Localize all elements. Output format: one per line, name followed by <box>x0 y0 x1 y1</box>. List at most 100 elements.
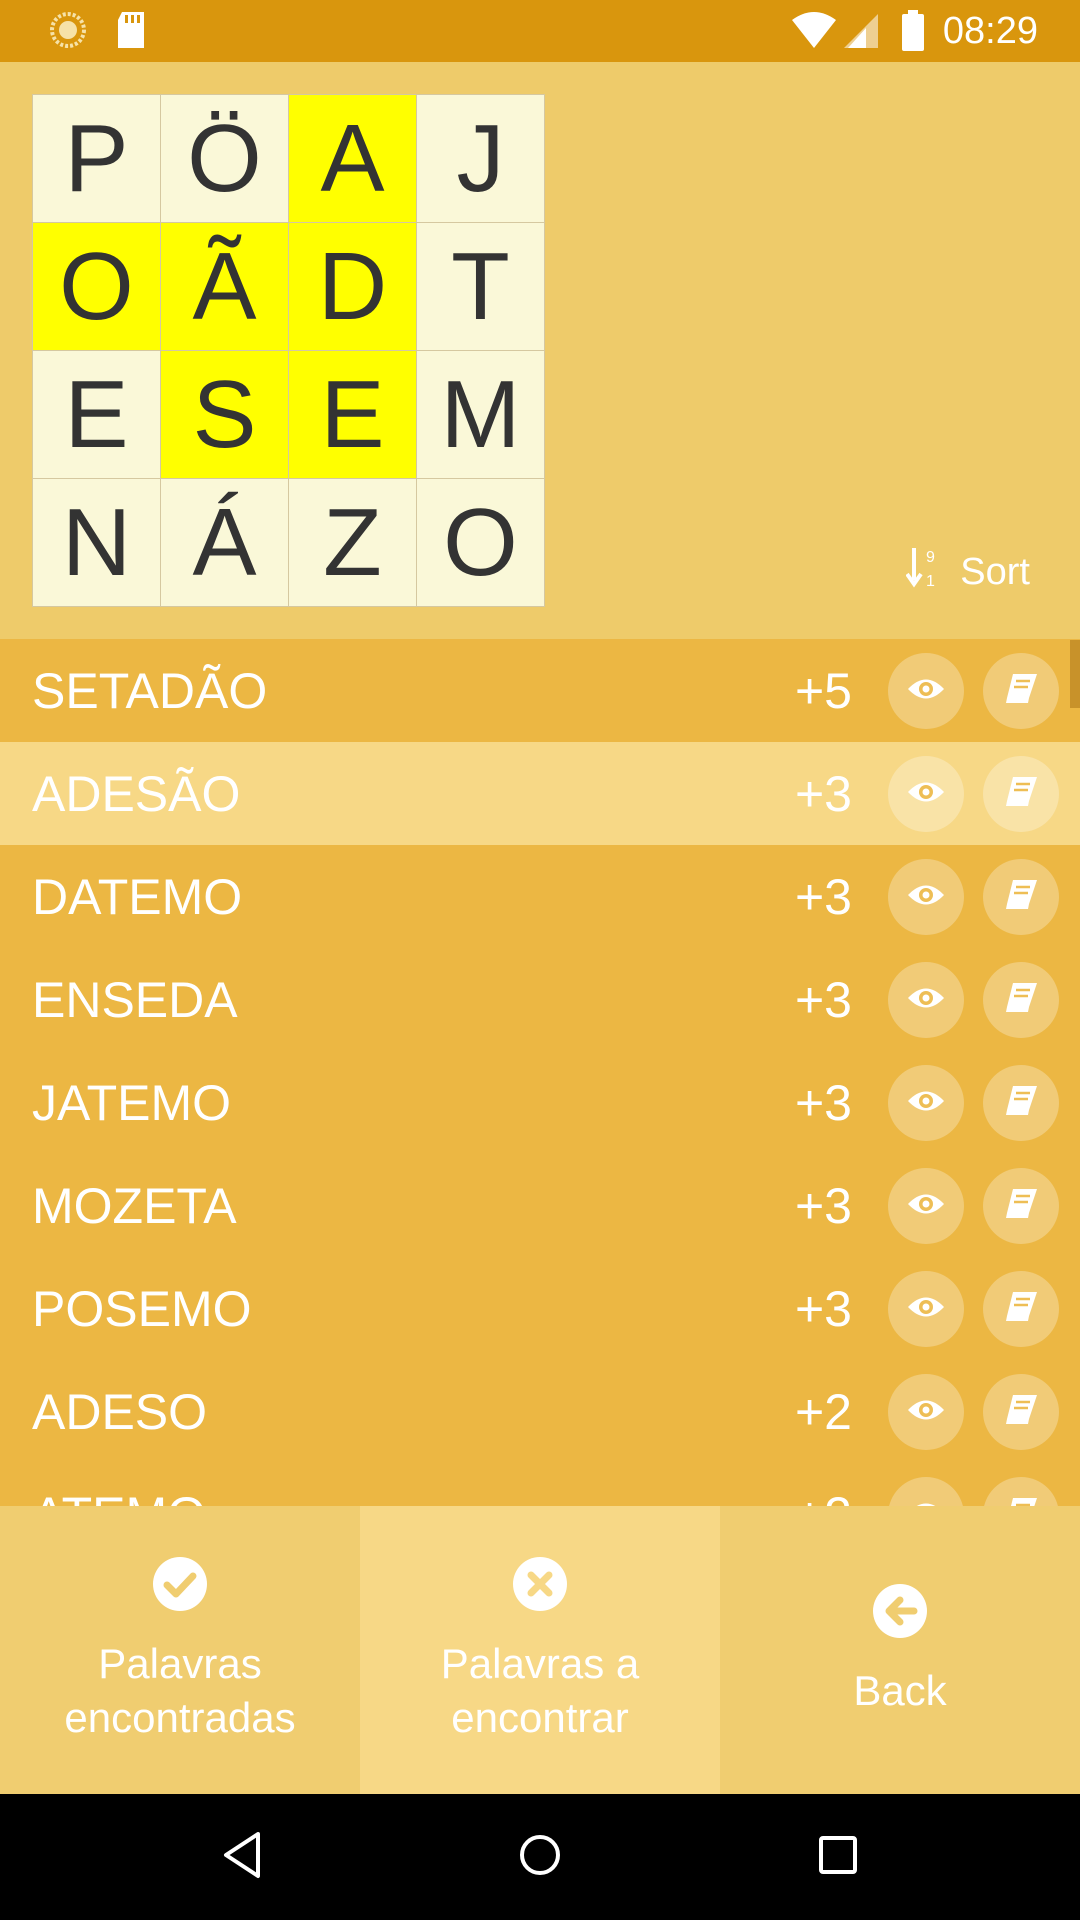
tab-found-words[interactable]: Palavras encontradas <box>0 1506 360 1794</box>
eye-icon <box>906 1294 946 1325</box>
word-label: SETADÃO <box>32 663 268 719</box>
eye-icon <box>906 985 946 1016</box>
grid-cell[interactable]: P <box>33 95 161 223</box>
nav-home-icon[interactable] <box>518 1830 562 1885</box>
tab-found-label: Palavras encontradas <box>64 1639 296 1741</box>
nav-back-icon[interactable] <box>220 1830 264 1885</box>
definition-button[interactable] <box>983 1168 1059 1244</box>
wifi-icon <box>790 10 838 55</box>
grid-cell[interactable]: T <box>417 223 545 351</box>
grid-cell[interactable]: Z <box>289 479 417 607</box>
reveal-button[interactable] <box>888 962 964 1038</box>
arrow-left-circle-icon <box>872 1583 928 1652</box>
list-item[interactable]: POSEMO +3 <box>0 1257 1080 1360</box>
reveal-button[interactable] <box>888 756 964 832</box>
list-item[interactable]: DATEMO +3 <box>0 845 1080 948</box>
grid-cell[interactable]: E <box>289 351 417 479</box>
tab-words-to-find[interactable]: Palavras a encontrar <box>360 1506 720 1794</box>
letter-grid[interactable]: PÖAJOÃDTESEMNÁZO <box>32 94 545 607</box>
word-label: MOZETA <box>32 1178 237 1234</box>
grid-cell[interactable]: M <box>417 351 545 479</box>
word-label: ENSEDA <box>32 972 238 1028</box>
x-circle-icon <box>512 1556 568 1625</box>
back-label: Back <box>853 1666 947 1714</box>
points-label: +3 <box>794 1075 852 1131</box>
word-label: POSEMO <box>32 1281 252 1337</box>
book-icon <box>1003 1187 1039 1226</box>
definition-button[interactable] <box>983 1477 1059 1506</box>
reveal-button[interactable] <box>888 1477 964 1506</box>
nav-recents-icon[interactable] <box>816 1830 860 1885</box>
sort-button[interactable]: 9 1 Sort <box>905 542 1030 602</box>
definition-button[interactable] <box>983 962 1059 1038</box>
grid-cell[interactable]: E <box>33 351 161 479</box>
word-label: ADESO <box>32 1384 208 1440</box>
grid-cell[interactable]: O <box>417 479 545 607</box>
word-label: DATEMO <box>32 869 243 925</box>
eye-icon <box>906 779 946 810</box>
list-item[interactable]: ENSEDA +3 <box>0 948 1080 1051</box>
book-icon <box>1003 672 1039 711</box>
svg-text:1: 1 <box>926 573 935 588</box>
book-icon <box>1003 1084 1039 1123</box>
sd-card-icon <box>114 10 148 55</box>
book-icon <box>1003 1290 1039 1329</box>
book-icon <box>1003 878 1039 917</box>
book-icon <box>1003 1496 1039 1506</box>
grid-cell[interactable]: J <box>417 95 545 223</box>
eye-icon <box>906 882 946 913</box>
list-item[interactable]: ADESÃO +3 <box>0 742 1080 845</box>
points-label: +3 <box>794 766 852 822</box>
book-icon <box>1003 775 1039 814</box>
grid-cell[interactable]: N <box>33 479 161 607</box>
eye-icon <box>906 1191 946 1222</box>
book-icon <box>1003 981 1039 1020</box>
svg-text:9: 9 <box>926 549 935 566</box>
definition-button[interactable] <box>983 859 1059 935</box>
definition-button[interactable] <box>983 653 1059 729</box>
reveal-button[interactable] <box>888 1065 964 1141</box>
list-item[interactable]: SETADÃO +5 <box>0 639 1080 742</box>
grid-cell[interactable]: S <box>161 351 289 479</box>
scrollbar[interactable] <box>1070 640 1080 708</box>
grid-cell[interactable]: A <box>289 95 417 223</box>
definition-button[interactable] <box>983 1374 1059 1450</box>
points-label: +3 <box>794 1178 852 1234</box>
tab-to-find-label: Palavras a encontrar <box>440 1639 640 1741</box>
word-label: ATEMO <box>32 1487 206 1506</box>
grid-cell[interactable]: O <box>33 223 161 351</box>
list-item[interactable]: ATEMO +2 <box>0 1463 1080 1506</box>
points-label: +5 <box>794 663 852 719</box>
back-button[interactable]: Back <box>720 1506 1080 1794</box>
sort-numeric-icon: 9 1 <box>905 546 942 598</box>
grid-cell[interactable]: Ö <box>161 95 289 223</box>
points-label: +3 <box>794 1281 852 1337</box>
list-item[interactable]: MOZETA +3 <box>0 1154 1080 1257</box>
word-list[interactable]: SETADÃO +5 ADESÃO +3 DATEMO +3 ENSEDA +3 JATEMO +… <box>0 639 1080 1506</box>
status-time: 08:29 <box>942 10 1038 52</box>
grid-cell[interactable]: Ã <box>161 223 289 351</box>
reveal-button[interactable] <box>888 653 964 729</box>
list-item[interactable]: JATEMO +3 <box>0 1051 1080 1154</box>
reveal-button[interactable] <box>888 1271 964 1347</box>
grid-cell[interactable]: Á <box>161 479 289 607</box>
sync-icon <box>48 10 88 55</box>
word-label: JATEMO <box>32 1075 232 1131</box>
grid-cell[interactable]: D <box>289 223 417 351</box>
reveal-button[interactable] <box>888 1374 964 1450</box>
points-label: +3 <box>794 869 852 925</box>
battery-icon <box>900 10 926 57</box>
points-label: +2 <box>794 1384 852 1440</box>
definition-button[interactable] <box>983 1065 1059 1141</box>
bottom-tab-bar: Palavras encontradas Palavras a encontra… <box>0 1506 1080 1794</box>
reveal-button[interactable] <box>888 1168 964 1244</box>
definition-button[interactable] <box>983 756 1059 832</box>
board-area: PÖAJOÃDTESEMNÁZO 9 1 Sort <box>0 62 1080 639</box>
check-circle-icon <box>152 1556 208 1625</box>
sort-label: Sort <box>960 550 1030 593</box>
status-bar: 08:29 <box>0 0 1080 62</box>
reveal-button[interactable] <box>888 859 964 935</box>
word-label: ADESÃO <box>32 766 241 822</box>
list-item[interactable]: ADESO +2 <box>0 1360 1080 1463</box>
definition-button[interactable] <box>983 1271 1059 1347</box>
